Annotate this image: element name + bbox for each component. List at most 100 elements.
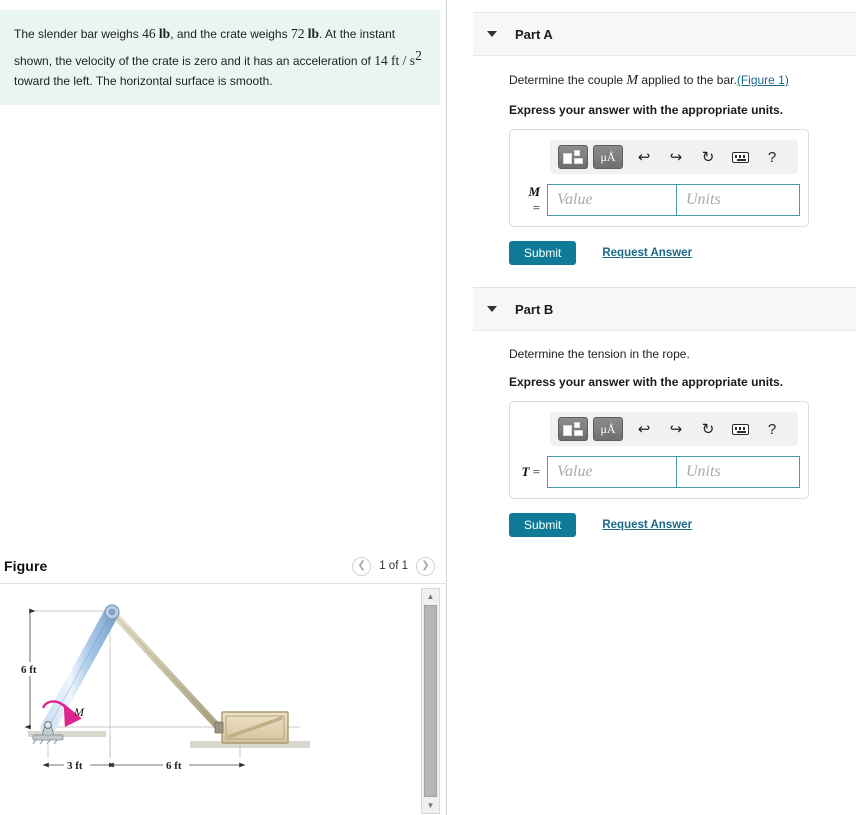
figure-header: Figure ❮ 1 of 1 ❯: [0, 552, 447, 580]
keyboard-button[interactable]: [727, 417, 753, 441]
math-template-button[interactable]: [558, 145, 588, 169]
redo-button[interactable]: ↪: [663, 417, 689, 441]
keyboard-icon: [731, 151, 749, 163]
part-a-figure-link[interactable]: (Figure 1): [737, 73, 789, 87]
units-button[interactable]: μÅ: [593, 145, 623, 169]
dim-vertical-label: 6 ft: [21, 664, 37, 676]
problem-statement: The slender bar weighs 46 lb, and the cr…: [0, 10, 440, 106]
part-a-prompt-prefix: Determine the couple: [509, 73, 627, 87]
mechanics-diagram: M 6 ft 3 ft 6 ft: [18, 604, 310, 772]
part-a-value-input[interactable]: [547, 184, 677, 216]
figure-canvas: M 6 ft 3 ft 6 ft: [0, 586, 420, 815]
help-button[interactable]: ?: [759, 417, 785, 441]
support-hatch-2: [39, 739, 44, 745]
figure-page-count: 1 of 1: [379, 560, 408, 572]
triangle-down-icon: ▼: [426, 801, 435, 810]
chevron-right-icon: ❯: [421, 560, 430, 571]
part-a-symbol-char: M: [528, 184, 540, 199]
undo-arrow-icon: ↩: [637, 421, 651, 438]
figure-next-button[interactable]: ❯: [416, 556, 435, 576]
part-a-header[interactable]: Part A: [473, 12, 856, 56]
triangle-up-icon: ▲: [426, 592, 435, 601]
reset-button[interactable]: ↻: [695, 417, 721, 441]
reset-circular-arrow-icon: ↻: [701, 421, 715, 438]
undo-button[interactable]: ↩: [631, 145, 657, 169]
part-a-submit-button[interactable]: Submit: [509, 241, 577, 265]
math-template-button[interactable]: [558, 417, 588, 441]
part-b-block: Part B Determine the tension in the rope…: [473, 287, 856, 537]
part-a-block: Part A Determine the couple M applied to…: [473, 12, 856, 265]
bar-top-pin-center: [109, 608, 116, 615]
scrollbar-thumb[interactable]: [424, 605, 437, 797]
part-b-answer-row: T =: [518, 456, 800, 488]
figure-divider: [0, 583, 447, 584]
part-b-prompt-prefix: Determine the tension in the rope.: [509, 347, 690, 361]
left-panel: The slender bar weighs 46 lb, and the cr…: [0, 0, 447, 815]
part-a-body: Determine the couple M applied to the ba…: [473, 56, 856, 265]
part-a-units-input[interactable]: [676, 184, 800, 216]
question-mark-icon: ?: [767, 148, 777, 166]
question-mark-icon: ?: [767, 420, 777, 438]
keyboard-button[interactable]: [727, 145, 753, 169]
right-panel: Part A Determine the couple M applied to…: [448, 0, 856, 815]
micro-angstrom-units-icon: μÅ: [600, 422, 616, 436]
part-a-prompt-suffix: applied to the bar.: [638, 73, 737, 87]
acceleration-exponent: 2: [415, 47, 422, 63]
figure-scrollbar[interactable]: ▲ ▼: [421, 588, 440, 814]
moment-label: M: [73, 705, 85, 719]
dim-horizontal-right-label: 6 ft: [166, 760, 182, 772]
part-b-equals: =: [532, 464, 540, 479]
caret-down-icon[interactable]: [487, 306, 497, 312]
part-a-label: Part A: [515, 26, 553, 42]
crate-rope-bracket: [214, 721, 224, 734]
page-root: The slender bar weighs 46 lb, and the cr…: [0, 0, 856, 815]
math-template-icon: [563, 421, 583, 437]
part-a-answer-box: μÅ ↩ ↪ ↻ ? M = Value Units: [509, 129, 809, 227]
redo-arrow-icon: ↪: [669, 149, 683, 166]
part-b-label: Part B: [515, 301, 554, 317]
figure-title: Figure: [4, 558, 48, 574]
support-hatch-3: [46, 739, 51, 745]
crate-weight-value: 72: [290, 26, 305, 41]
part-a-equals: =: [532, 200, 540, 215]
rope-outline: [111, 611, 220, 729]
part-b-units-input[interactable]: [676, 456, 800, 488]
crate-weight-unit: lb: [307, 26, 320, 41]
redo-arrow-icon: ↪: [669, 421, 683, 438]
help-button[interactable]: ?: [759, 145, 785, 169]
undo-arrow-icon: ↩: [637, 149, 651, 166]
redo-button[interactable]: ↪: [663, 145, 689, 169]
problem-lead-text: The slender bar weighs: [14, 27, 143, 41]
part-b-request-answer-link[interactable]: Request Answer: [602, 519, 692, 531]
reset-circular-arrow-icon: ↻: [701, 149, 715, 166]
part-b-header[interactable]: Part B: [473, 287, 856, 331]
reset-button[interactable]: ↻: [695, 145, 721, 169]
acceleration-value: 14: [374, 52, 388, 68]
part-a-express-units: Express your answer with the appropriate…: [509, 103, 784, 117]
chevron-left-icon: ❮: [357, 560, 366, 571]
scrollbar-up-button[interactable]: ▲: [422, 589, 439, 604]
support-hatch-4: [53, 739, 58, 745]
bar-weight-unit: lb: [158, 26, 171, 41]
dim-horizontal-left-label: 3 ft: [67, 760, 83, 772]
part-a-submit-row: Submit Request Answer: [509, 241, 856, 265]
keyboard-icon: [731, 423, 749, 435]
part-b-submit-row: Submit Request Answer: [509, 513, 856, 537]
undo-button[interactable]: ↩: [631, 417, 657, 441]
part-b-answer-symbol: T =: [518, 464, 547, 480]
figure-prev-button[interactable]: ❮: [352, 556, 372, 576]
part-b-value-input[interactable]: [547, 456, 677, 488]
problem-mid-text-1: , and the crate weighs: [170, 27, 291, 41]
part-b-toolbar: μÅ ↩ ↪ ↻ ?: [550, 412, 798, 446]
scrollbar-down-button[interactable]: ▼: [422, 798, 439, 813]
units-button[interactable]: μÅ: [593, 417, 623, 441]
part-a-toolbar: μÅ ↩ ↪ ↻ ?: [550, 140, 798, 174]
part-a-request-answer-link[interactable]: Request Answer: [602, 247, 692, 259]
micro-angstrom-units-icon: μÅ: [600, 150, 616, 164]
part-b-submit-button[interactable]: Submit: [509, 513, 577, 537]
part-a-prompt-symbol: M: [626, 73, 639, 88]
math-template-icon: [563, 149, 583, 165]
caret-down-icon[interactable]: [487, 31, 497, 37]
figure-pager: ❮ 1 of 1 ❯: [352, 556, 435, 576]
problem-tail-text: toward the left. The horizontal surface …: [14, 73, 273, 88]
